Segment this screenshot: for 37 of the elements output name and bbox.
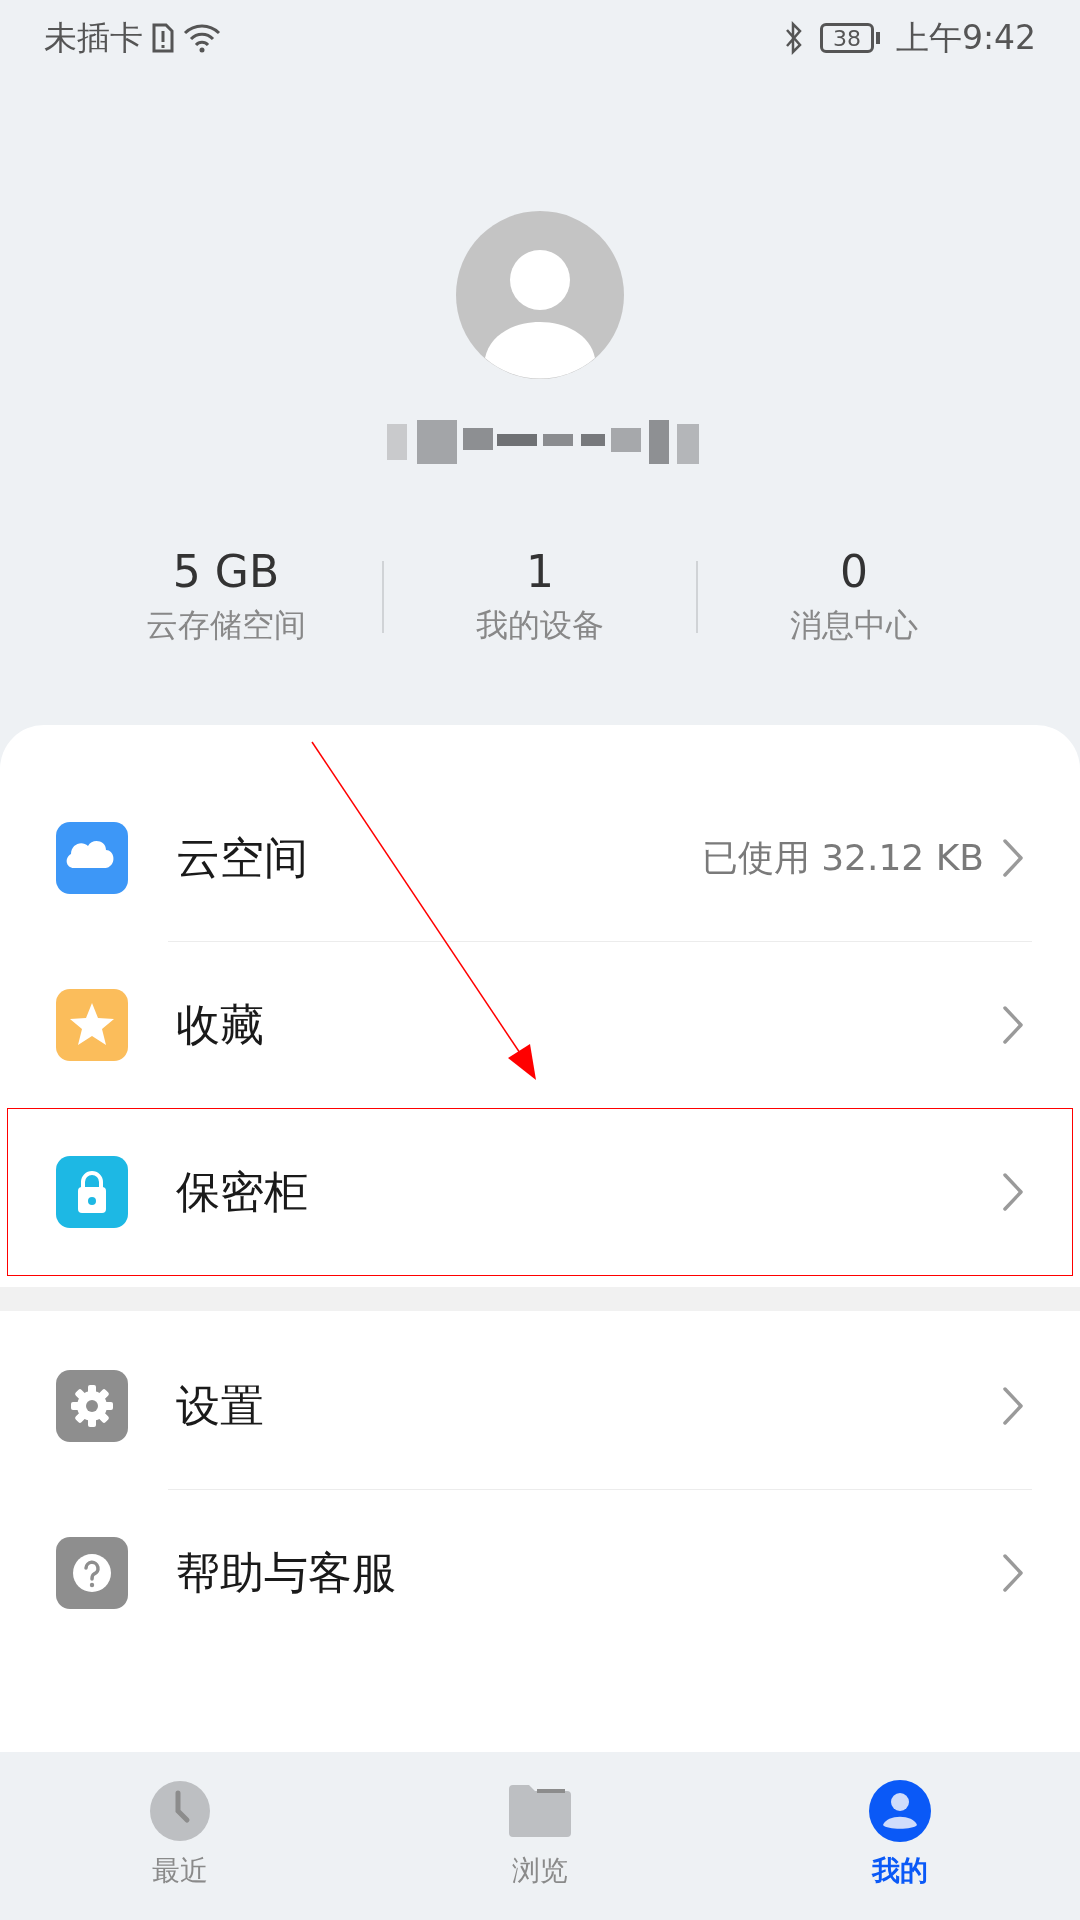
avatar-icon [455, 210, 625, 380]
menu-row[interactable]: 设置 [8, 1323, 1072, 1489]
carrier-text: 未插卡 [44, 17, 143, 60]
lock-icon [56, 1156, 128, 1228]
stat-value: 0 [840, 545, 868, 599]
stat-label: 我的设备 [476, 605, 604, 646]
stat-value: 1 [526, 545, 554, 599]
battery-indicator: 38 [819, 23, 874, 53]
bluetooth-icon [783, 21, 804, 55]
clock-time: 上午9:42 [895, 17, 1036, 60]
stat-label: 消息中心 [790, 605, 918, 646]
chevron-icon [1002, 838, 1024, 878]
nav-tab[interactable]: 我的 [720, 1752, 1080, 1920]
stat-label: 云存储空间 [146, 605, 306, 646]
menu-label: 云空间 [176, 831, 308, 885]
menu-row[interactable]: 云空间 已使用 32.12 KB [8, 775, 1072, 941]
menu-row[interactable]: 收藏 [8, 942, 1072, 1108]
menu-row[interactable]: 帮助与客服 [8, 1490, 1072, 1656]
sim-alert-icon [151, 22, 175, 54]
profile-icon [869, 1780, 931, 1842]
chevron-icon [1002, 1386, 1024, 1426]
wifi-icon [183, 23, 221, 53]
gear-icon [56, 1370, 128, 1442]
menu-label: 收藏 [176, 998, 264, 1052]
stat-value: 5 GB [172, 545, 280, 599]
folder-icon [509, 1785, 571, 1837]
menu-label: 帮助与客服 [176, 1546, 396, 1600]
chevron-icon [1002, 1172, 1024, 1212]
clock-icon [149, 1780, 211, 1842]
menu-label: 设置 [176, 1379, 264, 1433]
chevron-icon [1002, 1005, 1024, 1045]
menu-row[interactable]: 保密柜 [8, 1109, 1072, 1275]
help-icon [56, 1537, 128, 1609]
menu-label: 保密柜 [176, 1165, 308, 1219]
chevron-icon [1002, 1553, 1024, 1593]
cloud-icon [56, 822, 128, 894]
menu-detail: 已使用 32.12 KB [701, 836, 984, 880]
